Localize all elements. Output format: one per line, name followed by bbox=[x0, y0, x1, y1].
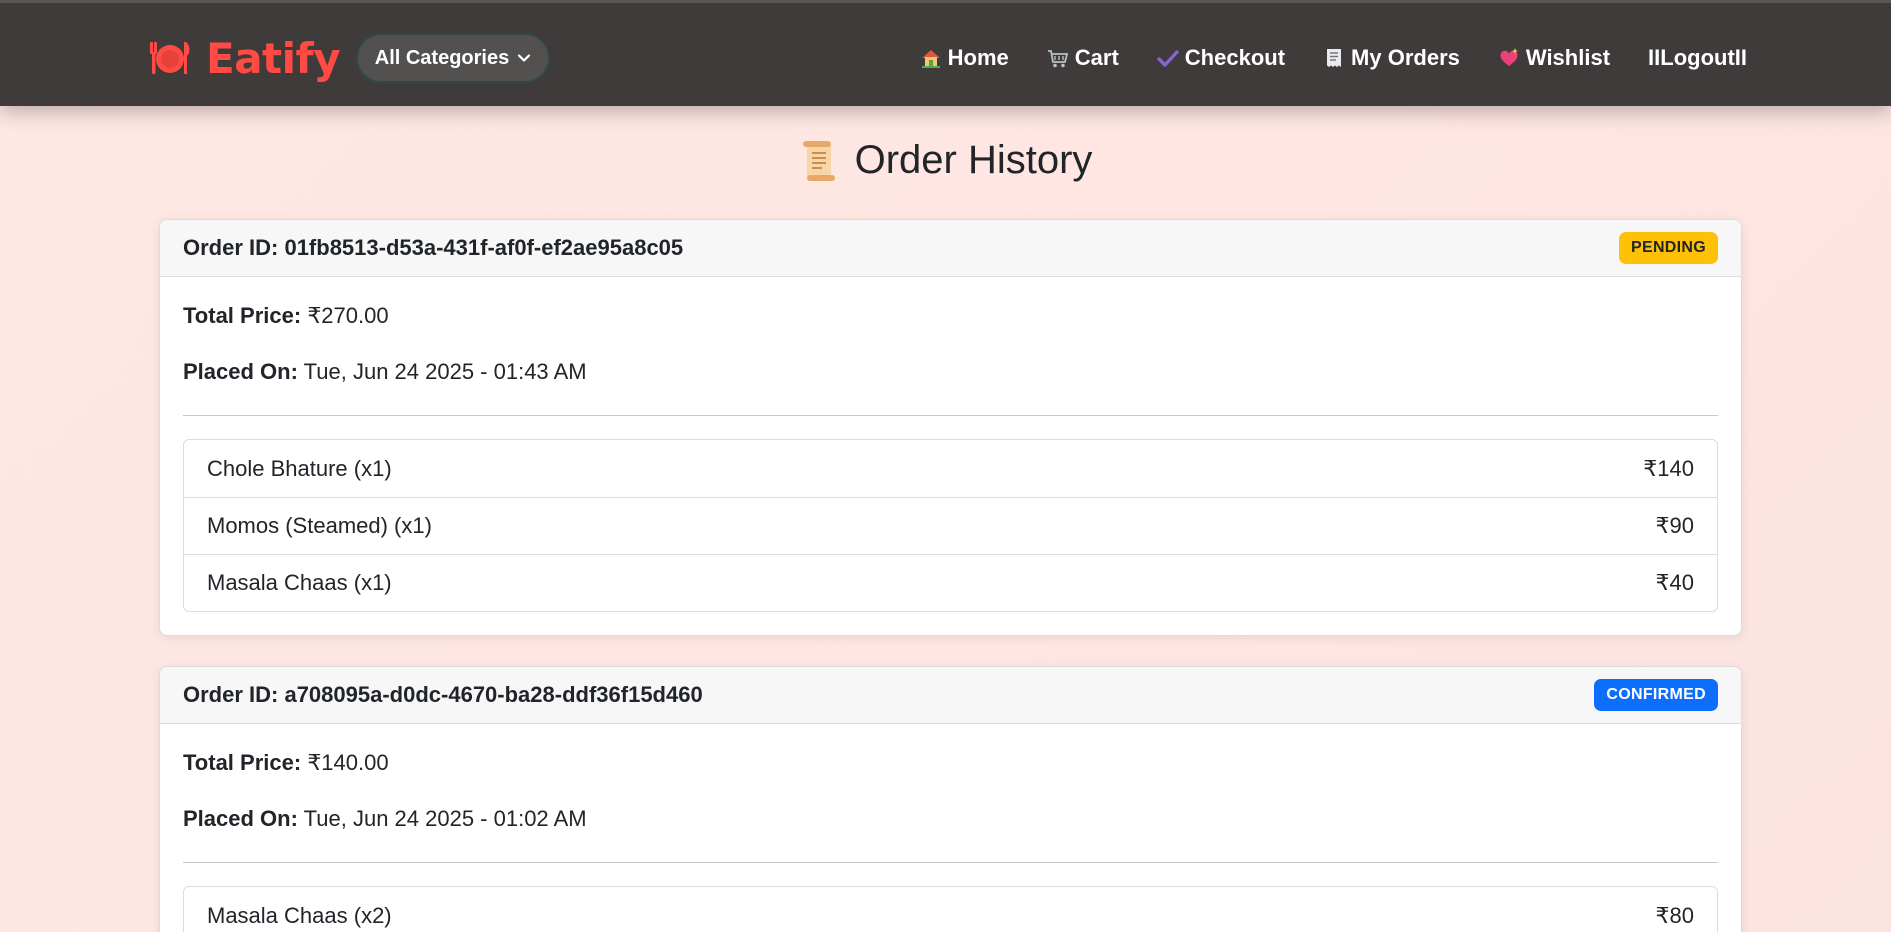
navbar: Eatify All Categories Home Cart Checkout… bbox=[0, 0, 1891, 106]
item-price: ₹90 bbox=[1655, 513, 1694, 538]
order-card-body: Total Price: ₹140.00 Placed On: Tue, Jun… bbox=[160, 724, 1741, 932]
nav-checkout[interactable]: Checkout bbox=[1157, 45, 1285, 71]
nav-my-orders[interactable]: My Orders bbox=[1323, 45, 1460, 71]
item-price: ₹140 bbox=[1643, 455, 1694, 481]
nav-home[interactable]: Home bbox=[920, 45, 1009, 71]
nav-cart[interactable]: Cart bbox=[1047, 45, 1119, 71]
plate-cutlery-icon bbox=[150, 42, 190, 74]
nav-logout[interactable]: IILogoutII bbox=[1648, 45, 1747, 71]
list-item: Masala Chaas (x2) ₹80 bbox=[184, 887, 1717, 932]
nav-wishlist[interactable]: Wishlist bbox=[1498, 45, 1610, 71]
status-badge: PENDING bbox=[1619, 232, 1718, 264]
receipt-icon bbox=[1327, 49, 1342, 67]
placed-on-line: Placed On: Tue, Jun 24 2025 - 01:43 AM bbox=[183, 359, 1718, 385]
order-id: Order ID: 01fb8513-d53a-431f-af0f-ef2ae9… bbox=[183, 235, 684, 260]
total-price-value: ₹270.00 bbox=[307, 303, 389, 328]
divider bbox=[183, 415, 1718, 416]
total-price-label: Total Price: bbox=[183, 750, 302, 775]
all-categories-label: All Categories bbox=[374, 46, 510, 69]
order-card-header: Order ID: a708095a-d0dc-4670-ba28-ddf36f… bbox=[160, 667, 1741, 724]
divider bbox=[183, 862, 1718, 863]
order-card: Order ID: a708095a-d0dc-4670-ba28-ddf36f… bbox=[159, 666, 1742, 932]
order-card: Order ID: 01fb8513-d53a-431f-af0f-ef2ae9… bbox=[159, 219, 1742, 636]
order-items-list: Chole Bhature (x1) ₹140 Momos (Steamed) … bbox=[183, 439, 1718, 612]
placed-on-label: Placed On: bbox=[183, 806, 298, 831]
nav-my-orders-label: My Orders bbox=[1351, 45, 1460, 70]
total-price-line: Total Price: ₹140.00 bbox=[183, 750, 1718, 776]
brand-name: Eatify bbox=[206, 33, 341, 83]
item-price: ₹40 bbox=[1655, 570, 1694, 595]
scroll-icon bbox=[802, 140, 835, 181]
placed-on-line: Placed On: Tue, Jun 24 2025 - 01:02 AM bbox=[183, 806, 1718, 832]
list-item: Masala Chaas (x1) ₹40 bbox=[184, 554, 1717, 611]
brand-logo[interactable]: Eatify bbox=[148, 33, 341, 83]
placed-on-value: Tue, Jun 24 2025 - 01:43 AM bbox=[303, 359, 587, 384]
house-icon bbox=[921, 50, 940, 68]
placed-on-label: Placed On: bbox=[183, 359, 298, 384]
sparkling-heart-icon bbox=[1500, 48, 1518, 66]
item-name: Chole Bhature (x1) bbox=[207, 455, 392, 481]
order-card-header: Order ID: 01fb8513-d53a-431f-af0f-ef2ae9… bbox=[160, 220, 1741, 277]
nav-logout-label: IILogoutII bbox=[1648, 45, 1747, 70]
nav-checkout-label: Checkout bbox=[1184, 45, 1286, 70]
total-price-label: Total Price: bbox=[183, 303, 302, 328]
order-id: Order ID: a708095a-d0dc-4670-ba28-ddf36f… bbox=[183, 682, 703, 707]
list-item: Chole Bhature (x1) ₹140 bbox=[184, 440, 1717, 497]
list-item: Momos (Steamed) (x1) ₹90 bbox=[184, 497, 1717, 554]
nav-links: Home Cart Checkout My Orders Wishlist II… bbox=[920, 33, 1747, 83]
placed-on-value: Tue, Jun 24 2025 - 01:02 AM bbox=[303, 806, 587, 831]
checkmark-icon bbox=[1157, 50, 1179, 67]
all-categories-dropdown[interactable]: All Categories bbox=[356, 33, 550, 83]
total-price-value: ₹140.00 bbox=[307, 750, 389, 775]
chevron-down-icon bbox=[518, 54, 531, 62]
cart-icon bbox=[1047, 50, 1068, 68]
order-card-body: Total Price: ₹270.00 Placed On: Tue, Jun… bbox=[160, 277, 1741, 635]
page-title: Order History bbox=[0, 138, 1891, 183]
item-price: ₹80 bbox=[1655, 902, 1694, 928]
nav-cart-label: Cart bbox=[1074, 45, 1119, 70]
nav-wishlist-label: Wishlist bbox=[1525, 45, 1611, 70]
item-name: Masala Chaas (x2) bbox=[207, 902, 392, 928]
page-title-text: Order History bbox=[854, 138, 1093, 182]
total-price-line: Total Price: ₹270.00 bbox=[183, 303, 1718, 329]
nav-home-label: Home bbox=[947, 45, 1009, 70]
item-name: Momos (Steamed) (x1) bbox=[207, 513, 432, 538]
order-items-list: Masala Chaas (x2) ₹80 bbox=[183, 886, 1718, 932]
item-name: Masala Chaas (x1) bbox=[207, 570, 392, 595]
status-badge: CONFIRMED bbox=[1594, 679, 1718, 711]
